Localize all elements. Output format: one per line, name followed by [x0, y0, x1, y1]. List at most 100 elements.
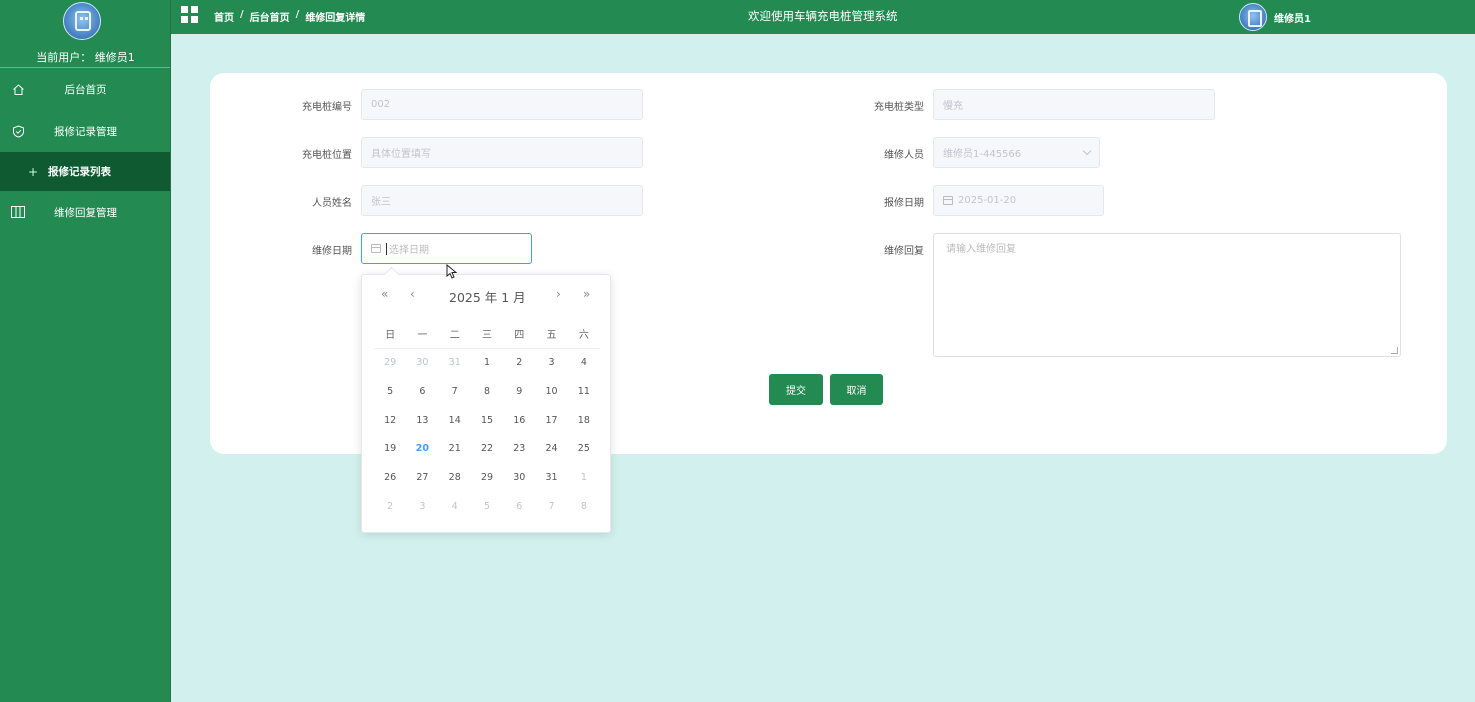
date-cell[interactable]: 17 [535, 413, 567, 442]
next-year-button[interactable]: » [583, 287, 590, 301]
current-user-label: 当前用户： 维修员1 [36, 51, 135, 64]
repair-reply-label: 维修回复 [884, 246, 924, 257]
cancel-button[interactable]: 取消 [830, 374, 883, 405]
date-cell[interactable]: 8 [568, 499, 600, 528]
date-cell[interactable]: 10 [535, 384, 567, 413]
weekday-label: 四 [514, 330, 525, 341]
pile-type-field: 慢充 [933, 89, 1215, 120]
date-cell[interactable]: 5 [471, 499, 503, 528]
next-month-button[interactable]: › [556, 287, 561, 301]
date-cell[interactable]: 31 [535, 470, 567, 499]
date-cell[interactable]: 29 [374, 355, 406, 384]
calendar-icon [943, 196, 953, 205]
repair-reply-textarea[interactable]: 请输入维修回复 [933, 233, 1401, 357]
date-cell[interactable]: 18 [568, 413, 600, 442]
sidebar-item-label: 报修记录管理 [54, 125, 117, 138]
sidebar-item-label: 报修记录列表 [48, 166, 111, 178]
menu-toggle-icon[interactable] [181, 6, 198, 23]
date-cell[interactable]: 19 [374, 441, 406, 470]
date-cell[interactable]: 2 [503, 355, 535, 384]
mouse-cursor-icon [446, 264, 458, 279]
breadcrumb-home[interactable]: 首页 [214, 9, 234, 24]
breadcrumb-separator: / [240, 9, 244, 20]
weekday-header: 日一二三四五六 [374, 326, 600, 341]
repairer-select: 维修员1-445566 [933, 137, 1100, 168]
date-cell[interactable]: 27 [406, 470, 438, 499]
date-cell-today[interactable]: 20 [406, 441, 438, 470]
calendar-icon [371, 244, 381, 253]
weekday-label: 二 [449, 330, 460, 341]
date-cell[interactable]: 11 [568, 384, 600, 413]
header-user[interactable]: 维修员1 [1239, 0, 1311, 34]
breadcrumb: 首页 / 后台首页 / 维修回复详情 [214, 9, 365, 24]
date-cell[interactable]: 26 [374, 470, 406, 499]
date-cell[interactable]: 3 [406, 499, 438, 528]
date-cell[interactable]: 7 [439, 384, 471, 413]
date-cell[interactable]: 22 [471, 441, 503, 470]
repair-reply-placeholder: 请输入维修回复 [946, 244, 1016, 255]
date-cell[interactable]: 15 [471, 413, 503, 442]
report-date-field: 2025-01-20 [933, 185, 1104, 216]
prev-month-button[interactable]: ‹ [410, 287, 415, 301]
report-date-label: 报修日期 [884, 198, 924, 209]
date-cell[interactable]: 25 [568, 441, 600, 470]
date-cell[interactable]: 12 [374, 413, 406, 442]
date-cell[interactable]: 29 [471, 470, 503, 499]
weekday-label: 日 [385, 330, 396, 341]
report-date-value: 2025-01-20 [958, 195, 1017, 206]
repairer-label: 维修人员 [884, 150, 924, 161]
date-cell[interactable]: 30 [503, 470, 535, 499]
sidebar-item-reply-management[interactable]: 维修回复管理 [0, 191, 170, 233]
sidebar-item-label: 后台首页 [64, 83, 107, 96]
person-name-label: 人员姓名 [312, 198, 352, 209]
date-cell[interactable]: 1 [568, 470, 600, 499]
top-header: 首页 / 后台首页 / 维修回复详情 欢迎使用车辆充电桩管理系统 维修员1 [171, 0, 1475, 34]
weekday-label: 五 [546, 330, 557, 341]
repair-date-label: 维修日期 [312, 246, 352, 257]
date-cell[interactable]: 7 [535, 499, 567, 528]
system-title: 欢迎使用车辆充电桩管理系统 [748, 9, 898, 23]
text-cursor [386, 242, 387, 255]
repair-date-placeholder: 选择日期 [389, 245, 429, 256]
date-cell[interactable]: 4 [568, 355, 600, 384]
pile-location-label: 充电桩位置 [302, 150, 352, 161]
chevron-down-icon [1082, 146, 1092, 155]
sidebar-item-label: 维修回复管理 [54, 206, 117, 219]
date-cell[interactable]: 6 [406, 384, 438, 413]
date-cell[interactable]: 4 [439, 499, 471, 528]
weekday-label: 六 [578, 330, 589, 341]
pile-no-field: 002 [361, 89, 643, 120]
pile-location-field: 具体位置填写 [361, 137, 643, 168]
resize-handle-icon[interactable] [1391, 347, 1398, 354]
date-cell[interactable]: 16 [503, 413, 535, 442]
date-cell[interactable]: 5 [374, 384, 406, 413]
date-cell[interactable]: 6 [503, 499, 535, 528]
header-username: 维修员1 [1274, 13, 1311, 25]
prev-year-button[interactable]: « [381, 287, 388, 301]
submit-button[interactable]: 提交 [769, 374, 823, 405]
date-cell[interactable]: 2 [374, 499, 406, 528]
date-cell[interactable]: 9 [503, 384, 535, 413]
person-name-field: 张三 [361, 185, 643, 216]
repair-date-input[interactable]: 选择日期 [361, 233, 532, 264]
date-cell[interactable]: 30 [406, 355, 438, 384]
breadcrumb-separator: / [295, 9, 300, 20]
date-cell[interactable]: 21 [439, 441, 471, 470]
pile-no-label: 充电桩编号 [302, 102, 352, 113]
date-cell[interactable]: 23 [503, 441, 535, 470]
header-avatar [1239, 3, 1267, 31]
date-cell[interactable]: 31 [439, 355, 471, 384]
date-cell[interactable]: 13 [406, 413, 438, 442]
date-cell[interactable]: 28 [439, 470, 471, 499]
date-cell[interactable]: 14 [439, 413, 471, 442]
date-cell[interactable]: 1 [471, 355, 503, 384]
date-cell[interactable]: 3 [535, 355, 567, 384]
breadcrumb-dashboard[interactable]: 后台首页 [250, 9, 290, 24]
weekday-label: 一 [417, 330, 428, 341]
date-cell[interactable]: 8 [471, 384, 503, 413]
date-cell[interactable]: 24 [535, 441, 567, 470]
sidebar-item-repair-list[interactable]: + 报修记录列表 [0, 152, 170, 191]
pile-type-label: 充电桩类型 [874, 102, 924, 113]
sidebar-item-repair-records[interactable]: 报修记录管理 [0, 110, 170, 152]
sidebar-item-dashboard[interactable]: 后台首页 [0, 68, 170, 110]
